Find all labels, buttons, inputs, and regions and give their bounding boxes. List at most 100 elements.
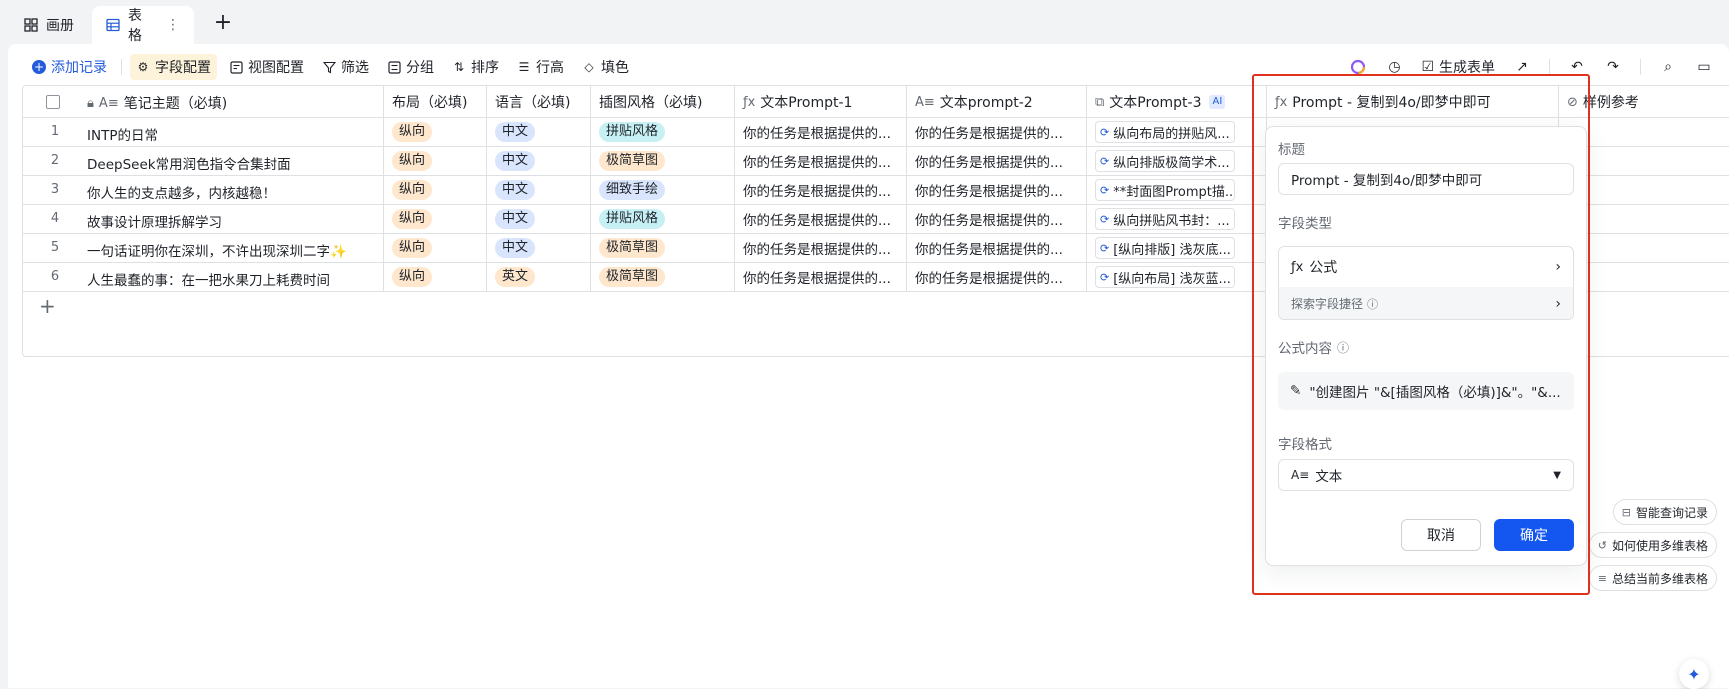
redo-icon[interactable]: ↷: [1604, 58, 1622, 76]
style-cell[interactable]: 拼贴风格: [591, 118, 735, 146]
ai-assistant-icon[interactable]: [1349, 58, 1367, 76]
column-header-prompt-1[interactable]: ƒx 文本Prompt-1: [735, 86, 907, 118]
fill-color-button[interactable]: ◇ 填色: [576, 54, 635, 80]
prompt-3-cell[interactable]: ⟳ 纵向排版极简学术...: [1087, 147, 1267, 175]
confirm-button[interactable]: 确定: [1494, 519, 1574, 551]
ai-generated-chip[interactable]: ⟳ [纵向排版] 浅灰底...: [1095, 237, 1235, 259]
prompt-1-cell[interactable]: 你的任务是根据提供的...: [735, 205, 907, 233]
prompt-2-cell[interactable]: 你的任务是根据提供的...: [907, 118, 1087, 146]
style-tag: 极简草图: [599, 238, 666, 258]
style-cell[interactable]: 极简草图: [591, 234, 735, 262]
layout-cell[interactable]: 纵向: [384, 118, 487, 146]
quick-action-how-to-use[interactable]: ↺ 如何使用多维表格: [1588, 532, 1717, 558]
style-cell[interactable]: 极简草图: [591, 147, 735, 175]
layout-cell[interactable]: 纵向: [384, 234, 487, 262]
filter-button[interactable]: 筛选: [316, 54, 375, 80]
title-cell[interactable]: 4 故事设计原理拆解学习: [23, 205, 384, 233]
ai-generate-icon: ⧉: [1095, 94, 1105, 110]
sort-button[interactable]: ⇅ 排序: [446, 54, 505, 80]
column-header-prompt-3[interactable]: ⧉ 文本Prompt-3 AI: [1087, 86, 1267, 118]
layout-cell[interactable]: 纵向: [384, 205, 487, 233]
column-header-language[interactable]: 语言（必填): [487, 86, 591, 118]
prompt-1-cell[interactable]: 你的任务是根据提供的...: [735, 118, 907, 146]
layout-cell[interactable]: 纵向: [384, 147, 487, 175]
title-cell[interactable]: 3 你人生的支点越多，内核越稳！: [23, 176, 384, 204]
ai-generated-chip[interactable]: ⟳ **封面图Prompt描...: [1095, 179, 1235, 201]
prompt-2-cell[interactable]: 你的任务是根据提供的...: [907, 263, 1087, 291]
prompt-2-cell[interactable]: 你的任务是根据提供的...: [907, 234, 1087, 262]
automation-icon[interactable]: ◷: [1385, 58, 1403, 76]
column-header-style[interactable]: 插图风格（必填): [591, 86, 735, 118]
language-cell[interactable]: 中文: [487, 147, 591, 175]
prompt-3-cell[interactable]: ⟳ **封面图Prompt描...: [1087, 176, 1267, 204]
language-cell[interactable]: 中文: [487, 118, 591, 146]
prompt-2-cell[interactable]: 你的任务是根据提供的...: [907, 205, 1087, 233]
formula-icon: ƒx: [1275, 94, 1288, 110]
prompt-1-cell[interactable]: 你的任务是根据提供的...: [735, 147, 907, 175]
row-height-button[interactable]: ☰ 行高: [511, 54, 570, 80]
formula-editor[interactable]: ✎ "创建图片 "&[插图风格（必填)]&"。"&...: [1278, 372, 1574, 410]
comment-icon[interactable]: ▭: [1695, 58, 1713, 76]
undo-icon[interactable]: ↶: [1568, 58, 1586, 76]
layout-tag: 纵向: [392, 267, 433, 287]
column-header-title[interactable]: 🔒︎ A≡ 笔记主题（必填): [23, 86, 384, 118]
prompt-1-cell[interactable]: 你的任务是根据提供的...: [735, 234, 907, 262]
prompt-1-text: 你的任务是根据提供的...: [743, 126, 891, 142]
explore-field-shortcut[interactable]: 探索字段捷径 ⓘ ›: [1279, 287, 1573, 319]
prompt-1-cell[interactable]: 你的任务是根据提供的...: [735, 263, 907, 291]
language-cell[interactable]: 中文: [487, 234, 591, 262]
prompt-1-cell[interactable]: 你的任务是根据提供的...: [735, 176, 907, 204]
column-header-prompt-final[interactable]: ƒx Prompt - 复制到4o/即梦中即可: [1267, 86, 1559, 118]
field-format-select[interactable]: A≡ 文本 ▼: [1278, 459, 1574, 491]
layout-cell[interactable]: 纵向: [384, 263, 487, 291]
add-record-button[interactable]: + 添加记录: [26, 54, 113, 80]
more-vertical-icon[interactable]: ⋮: [166, 17, 180, 33]
title-cell[interactable]: 5 一句话证明你在深圳，不许出现深圳二字✨: [23, 234, 384, 262]
quick-action-summarize[interactable]: ≡ 总结当前多维表格: [1588, 565, 1717, 591]
prompt-3-cell[interactable]: ⟳ 纵向拼贴风书封：...: [1087, 205, 1267, 233]
summary-icon: ≡: [1597, 571, 1607, 585]
view-config-button[interactable]: 视图配置: [223, 54, 310, 80]
column-header-prompt-2[interactable]: A≡ 文本prompt-2: [907, 86, 1087, 118]
tab-table[interactable]: 表格 ⋮: [92, 6, 194, 44]
help-icon[interactable]: ⓘ: [1337, 339, 1349, 356]
column-header-layout[interactable]: 布局（必填): [384, 86, 487, 118]
generate-form-button[interactable]: ☑ 生成表单: [1421, 57, 1495, 77]
prompt-2-cell[interactable]: 你的任务是根据提供的...: [907, 176, 1087, 204]
tab-gallery[interactable]: 画册: [14, 6, 84, 44]
cancel-button[interactable]: 取消: [1401, 519, 1481, 551]
column-header-sample[interactable]: ⊘ 样例参考: [1559, 86, 1729, 118]
style-tag: 拼贴风格: [599, 209, 666, 229]
title-cell[interactable]: 6 人生最蠢的事：在一把水果刀上耗费时间: [23, 263, 384, 291]
prompt-3-cell[interactable]: ⟳ [纵向布局] 浅灰蓝...: [1087, 263, 1267, 291]
field-title-input[interactable]: Prompt - 复制到4o/即梦中即可: [1278, 163, 1574, 195]
share-icon[interactable]: ↗: [1513, 58, 1531, 76]
style-cell[interactable]: 细致手绘: [591, 176, 735, 204]
prompt-3-cell[interactable]: ⟳ 纵向布局的拼贴风...: [1087, 118, 1267, 146]
group-button[interactable]: 分组: [381, 54, 440, 80]
style-tag: 细致手绘: [599, 180, 666, 200]
ai-sparkle-button[interactable]: ✦: [1679, 659, 1709, 689]
search-icon[interactable]: ⌕: [1659, 58, 1677, 76]
field-type-formula[interactable]: ƒx 公式 ›: [1279, 247, 1573, 287]
ai-generated-chip[interactable]: ⟳ 纵向排版极简学术...: [1095, 150, 1235, 172]
ai-generated-chip[interactable]: ⟳ 纵向拼贴风书封：...: [1095, 208, 1235, 230]
quick-action-smart-query[interactable]: ⊟ 智能查询记录: [1612, 499, 1717, 525]
language-cell[interactable]: 中文: [487, 176, 591, 204]
field-config-button[interactable]: ⚙ 字段配置: [130, 54, 217, 80]
ai-generated-chip[interactable]: ⟳ 纵向布局的拼贴风...: [1095, 121, 1235, 143]
title-cell[interactable]: 1 INTP的日常: [23, 118, 384, 146]
language-cell[interactable]: 英文: [487, 263, 591, 291]
select-all-checkbox[interactable]: [46, 95, 60, 109]
view-settings-icon: [229, 60, 243, 74]
title-cell[interactable]: 2 DeepSeek常用润色指令合集封面: [23, 147, 384, 175]
style-tag: 极简草图: [599, 267, 666, 287]
prompt-3-cell[interactable]: ⟳ [纵向排版] 浅灰底...: [1087, 234, 1267, 262]
style-cell[interactable]: 极简草图: [591, 263, 735, 291]
add-tab-icon[interactable]: +: [212, 12, 234, 34]
ai-generated-chip[interactable]: ⟳ [纵向布局] 浅灰蓝...: [1095, 266, 1235, 288]
prompt-2-cell[interactable]: 你的任务是根据提供的...: [907, 147, 1087, 175]
style-cell[interactable]: 拼贴风格: [591, 205, 735, 233]
layout-cell[interactable]: 纵向: [384, 176, 487, 204]
language-cell[interactable]: 中文: [487, 205, 591, 233]
